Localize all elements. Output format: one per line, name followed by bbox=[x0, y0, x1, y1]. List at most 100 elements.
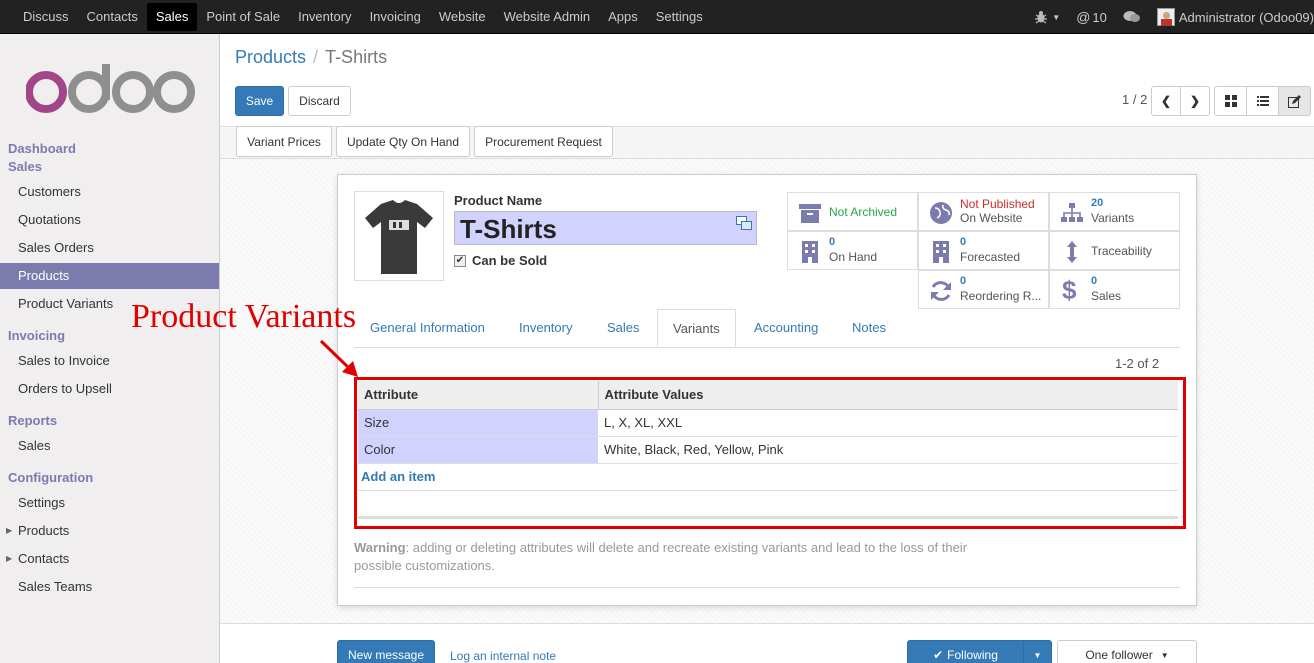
sidebar-heading-reports[interactable]: Reports bbox=[8, 413, 57, 428]
menu-apps[interactable]: Apps bbox=[599, 3, 647, 31]
menu-contacts[interactable]: Contacts bbox=[78, 3, 147, 31]
edit-icon bbox=[1288, 94, 1301, 108]
product-image[interactable] bbox=[354, 191, 444, 281]
tab-notes[interactable]: Notes bbox=[852, 309, 886, 347]
sales-stat-button[interactable]: $ 0 Sales bbox=[1049, 270, 1180, 309]
annotation-label: Product Variants bbox=[131, 298, 357, 335]
reordering-count: 0 bbox=[960, 275, 967, 287]
sidebar-heading-invoicing[interactable]: Invoicing bbox=[8, 328, 65, 343]
mentions-indicator[interactable]: @ 10 bbox=[1076, 9, 1107, 25]
odoo-logo[interactable] bbox=[26, 64, 196, 114]
sidebar-heading-dashboard[interactable]: Dashboard bbox=[8, 141, 76, 156]
kanban-view-button[interactable] bbox=[1214, 86, 1247, 116]
pager-next-button[interactable]: ❯ bbox=[1180, 86, 1210, 116]
forecast-stat-button[interactable]: 0 Forecasted bbox=[918, 231, 1049, 270]
traceability-stat-button[interactable]: Traceability bbox=[1049, 231, 1180, 270]
building-icon bbox=[802, 241, 818, 263]
menu-discuss[interactable]: Discuss bbox=[14, 3, 78, 31]
sidebar-item-config-products[interactable]: ▶ Products bbox=[0, 518, 219, 544]
product-name-value: T-Shirts bbox=[460, 214, 557, 244]
check-icon: ✔ bbox=[933, 648, 944, 662]
following-dropdown-button[interactable]: ▼ bbox=[1023, 640, 1052, 663]
discard-button[interactable]: Discard bbox=[288, 86, 351, 116]
sidebar-item-products[interactable]: Products bbox=[0, 263, 219, 289]
traceability-label: Traceability bbox=[1091, 244, 1152, 258]
variants-label: Variants bbox=[1091, 211, 1135, 225]
menu-inventory[interactable]: Inventory bbox=[289, 3, 360, 31]
tab-inventory[interactable]: Inventory bbox=[519, 309, 572, 347]
following-button[interactable]: ✔ Following bbox=[907, 640, 1024, 663]
warning-label: Warning bbox=[354, 540, 406, 555]
breadcrumb-separator: / bbox=[313, 47, 319, 67]
variant-prices-button[interactable]: Variant Prices bbox=[236, 126, 332, 157]
log-note-link[interactable]: Log an internal note bbox=[450, 649, 556, 663]
update-qty-button[interactable]: Update Qty On Hand bbox=[336, 126, 470, 157]
sidebar-item-reports-sales[interactable]: Sales bbox=[0, 433, 219, 459]
variants-warning: Warning: adding or deleting attributes w… bbox=[354, 539, 994, 575]
sidebar-item-quotations[interactable]: Quotations bbox=[0, 207, 219, 233]
can-be-sold-checkbox[interactable]: ✔ bbox=[454, 254, 466, 267]
reordering-label: Reordering R... bbox=[960, 289, 1042, 303]
debug-bug-icon[interactable]: ▼ bbox=[1034, 10, 1060, 24]
pager-value[interactable]: 1 / 2 bbox=[1122, 92, 1147, 107]
list-view-button[interactable] bbox=[1246, 86, 1279, 116]
tab-general-information[interactable]: General Information bbox=[370, 309, 485, 347]
onhand-count: 0 bbox=[829, 236, 836, 248]
breadcrumb-current: T-Shirts bbox=[325, 47, 388, 67]
sidebar-item-settings[interactable]: Settings bbox=[0, 490, 219, 516]
menu-point-of-sale[interactable]: Point of Sale bbox=[197, 3, 289, 31]
archive-stat-button[interactable]: Not Archived bbox=[787, 192, 918, 231]
user-name: Administrator (Odoo09) bbox=[1178, 9, 1314, 25]
highlight-box bbox=[354, 377, 1186, 529]
mentions-count: 10 bbox=[1092, 9, 1107, 25]
sheet-divider bbox=[354, 587, 1180, 588]
caret-right-icon: ▶ bbox=[6, 526, 13, 535]
save-button[interactable]: Save bbox=[235, 86, 284, 116]
sidebar-item-sales-teams[interactable]: Sales Teams bbox=[0, 574, 219, 600]
tab-sales[interactable]: Sales bbox=[607, 309, 640, 347]
pager-previous-button[interactable]: ❮ bbox=[1151, 86, 1181, 116]
user-menu[interactable]: Administrator (Odoo09) bbox=[1156, 8, 1314, 26]
product-name-field[interactable]: T-Shirts bbox=[454, 211, 757, 245]
breadcrumb-parent[interactable]: Products bbox=[235, 47, 306, 67]
sidebar-item-customers[interactable]: Customers bbox=[0, 179, 219, 205]
chat-icon[interactable] bbox=[1123, 10, 1141, 24]
dollar-icon: $ bbox=[1062, 275, 1077, 305]
sidebar-heading-configuration[interactable]: Configuration bbox=[8, 470, 93, 485]
publish-status: Not Published bbox=[960, 197, 1035, 211]
tab-accounting[interactable]: Accounting bbox=[754, 309, 818, 347]
building-icon bbox=[933, 241, 949, 263]
variants-pager[interactable]: 1-2 of 2 bbox=[1115, 356, 1159, 371]
onhand-label: On Hand bbox=[829, 250, 878, 264]
variants-stat-button[interactable]: 20 Variants bbox=[1049, 192, 1180, 231]
menu-website-admin[interactable]: Website Admin bbox=[495, 3, 599, 31]
sidebar-item-sales-orders[interactable]: Sales Orders bbox=[0, 235, 219, 261]
procurement-request-button[interactable]: Procurement Request bbox=[474, 126, 613, 157]
menu-sales[interactable]: Sales bbox=[146, 2, 198, 31]
refresh-icon bbox=[931, 281, 951, 301]
control-panel: Products / T-Shirts Save Discard 1 / 2 ❮ ❯ bbox=[220, 34, 1314, 127]
sidebar-item-config-contacts[interactable]: ▶ Contacts bbox=[0, 546, 219, 572]
form-view-button[interactable] bbox=[1278, 86, 1311, 116]
menu-website[interactable]: Website bbox=[430, 3, 495, 31]
sales-count: 0 bbox=[1091, 275, 1098, 287]
tab-variants[interactable]: Variants bbox=[657, 309, 736, 347]
menu-invoicing[interactable]: Invoicing bbox=[361, 3, 430, 31]
onhand-stat-button[interactable]: 0 On Hand bbox=[787, 231, 918, 270]
annotation-arrow-icon bbox=[319, 339, 358, 377]
menu-settings[interactable]: Settings bbox=[647, 3, 712, 31]
sidebar-item-sales-to-invoice[interactable]: Sales to Invoice bbox=[0, 348, 219, 374]
main-content: Products / T-Shirts Save Discard 1 / 2 ❮ ❯… bbox=[220, 34, 1314, 663]
warning-text: : adding or deleting attributes will del… bbox=[354, 540, 968, 573]
followers-button[interactable]: One follower ▼ bbox=[1057, 640, 1197, 663]
forecast-count: 0 bbox=[960, 236, 967, 248]
sidebar-item-label: Products bbox=[18, 523, 70, 538]
new-message-button[interactable]: New message bbox=[337, 640, 435, 663]
sidebar-heading-sales[interactable]: Sales bbox=[8, 159, 42, 174]
translate-icon[interactable] bbox=[736, 216, 752, 230]
user-avatar bbox=[1156, 8, 1175, 26]
reordering-stat-button[interactable]: 0 Reordering R... bbox=[918, 270, 1049, 309]
publish-stat-button[interactable]: Not Published On Website bbox=[918, 192, 1049, 231]
sidebar-item-orders-to-upsell[interactable]: Orders to Upsell bbox=[0, 376, 219, 402]
form-sheet: Product Name T-Shirts ✔ Can be Sold Not … bbox=[337, 174, 1197, 606]
